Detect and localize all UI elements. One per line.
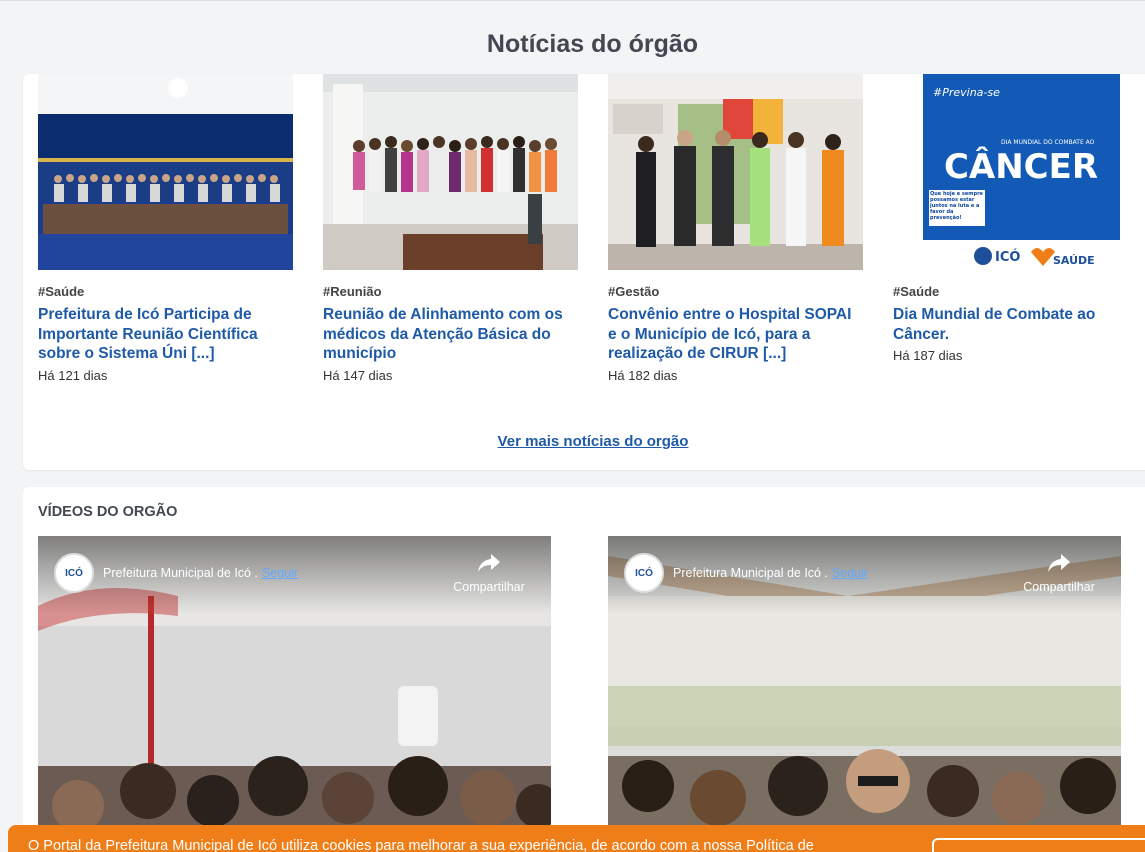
news-age: Há 121 dias <box>38 367 108 383</box>
news-tag[interactable]: #Gestão <box>608 284 863 299</box>
videos-panel: VÍDEOS DO ORGÃO ICÓ Prefeitura Municipal… <box>23 487 1145 852</box>
video-player[interactable]: ICÓ Prefeitura Municipal de Icó . Seguir … <box>608 536 1121 852</box>
news-card[interactable]: #Saúde Prefeitura de Icó Participa de Im… <box>38 74 293 383</box>
follow-link[interactable]: Seguir <box>832 566 868 580</box>
cookie-accept-button[interactable] <box>932 838 1145 852</box>
channel-name-text[interactable]: Prefeitura Municipal de Icó . <box>673 566 828 580</box>
news-headline-link[interactable]: Reunião de Alinhamento com os médicos da… <box>323 305 578 364</box>
share-label: Compartilhar <box>1023 580 1095 594</box>
videos-heading: VÍDEOS DO ORGÃO <box>38 504 178 520</box>
channel-logo[interactable]: ICÓ <box>624 553 664 593</box>
share-button[interactable]: Compartilhar <box>449 552 529 594</box>
news-headline-link[interactable]: Convênio entre o Hospital SOPAI e o Muni… <box>608 305 863 364</box>
news-panel: #Saúde Prefeitura de Icó Participa de Im… <box>23 74 1145 470</box>
share-label: Compartilhar <box>453 580 525 594</box>
news-thumbnail[interactable]: #Previna-se DIA MUNDIAL DO COMBATE AO CÂ… <box>893 74 1145 270</box>
poster-logo-ico: ICÓ <box>995 249 1020 265</box>
news-tag[interactable]: #Saúde <box>38 284 293 299</box>
channel-name-text[interactable]: Prefeitura Municipal de Icó . <box>103 566 258 580</box>
more-news-link[interactable]: Ver mais notícias do orgão <box>23 433 1145 450</box>
follow-link[interactable]: Seguir <box>262 566 298 580</box>
channel-logo[interactable]: ICÓ <box>54 553 94 593</box>
poster-subtitle: DIA MUNDIAL DO COMBATE AO <box>1001 139 1095 146</box>
channel-name[interactable]: Prefeitura Municipal de Icó . Seguir <box>103 566 298 580</box>
cookie-banner: O Portal da Prefeitura Municipal de Icó … <box>8 825 1145 852</box>
poster-hashtag: #Previna-se <box>933 86 1000 99</box>
news-tag[interactable]: #Saúde <box>893 284 1145 299</box>
poster-message: Que hoje e sempre possamos estar juntos … <box>930 191 983 221</box>
news-card[interactable]: #Previna-se DIA MUNDIAL DO COMBATE AO CÂ… <box>893 74 1145 363</box>
cookie-text: O Portal da Prefeitura Municipal de Icó … <box>28 838 814 852</box>
video-player[interactable]: ICÓ Prefeitura Municipal de Icó . Seguir … <box>38 536 551 852</box>
top-divider <box>0 0 1145 1</box>
news-age: Há 147 dias <box>323 367 393 383</box>
news-section-title: Notícias do órgão <box>486 30 699 58</box>
news-card[interactable]: #Reunião Reunião de Alinhamento com os m… <box>323 74 578 383</box>
poster-logo-saude: SAÚDE <box>1053 254 1095 267</box>
news-tag[interactable]: #Reunião <box>323 284 578 299</box>
news-thumbnail[interactable] <box>323 74 578 270</box>
share-icon <box>478 554 500 572</box>
news-age: Há 182 dias <box>608 367 678 383</box>
channel-name[interactable]: Prefeitura Municipal de Icó . Seguir <box>673 566 868 580</box>
news-thumbnail[interactable] <box>608 74 863 270</box>
share-icon <box>1048 554 1070 572</box>
share-button[interactable]: Compartilhar <box>1019 552 1099 594</box>
news-headline-link[interactable]: Dia Mundial de Combate ao Câncer. <box>893 305 1145 344</box>
news-thumbnail[interactable] <box>38 74 293 270</box>
poster-headline: CÂNCER <box>944 146 1098 187</box>
news-age: Há 187 dias <box>893 348 963 363</box>
news-headline-link[interactable]: Prefeitura de Icó Participa de Important… <box>38 305 293 364</box>
news-card[interactable]: #Gestão Convênio entre o Hospital SOPAI … <box>608 74 863 383</box>
